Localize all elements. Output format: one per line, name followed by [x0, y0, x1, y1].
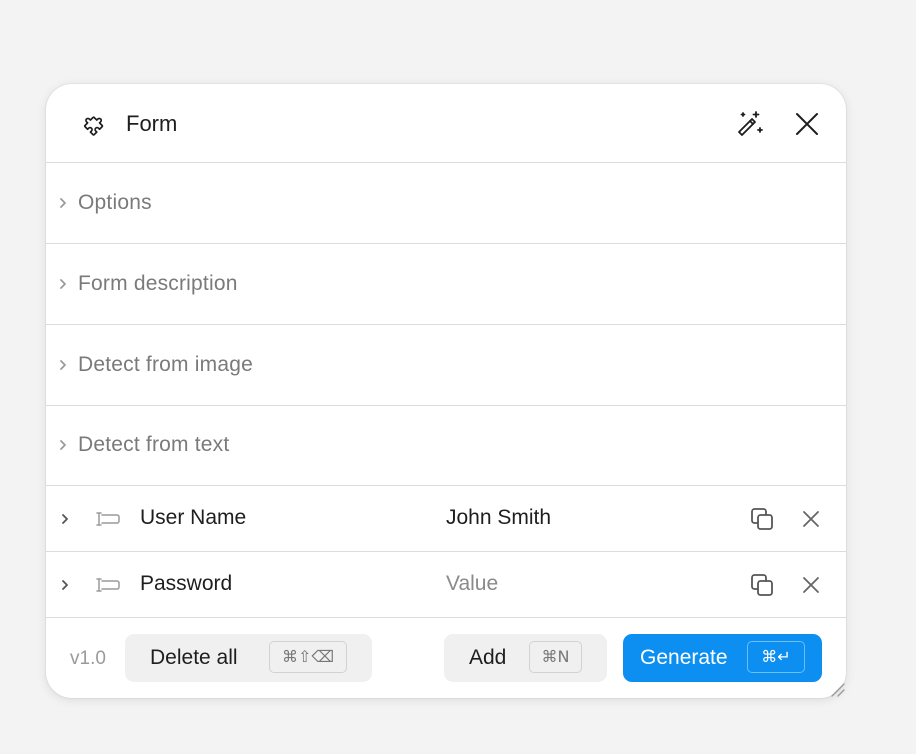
section-label: Detect from image — [78, 353, 253, 376]
section-label: Detect from text — [78, 433, 230, 456]
text-field-icon — [96, 512, 120, 526]
version-label: v1.0 — [70, 648, 106, 669]
section-form-description[interactable]: Form description — [46, 244, 846, 325]
chevron-right-icon — [60, 440, 66, 450]
panel-header: Form — [46, 84, 846, 163]
field-row-password: Password — [46, 552, 846, 618]
copy-icon[interactable] — [749, 506, 775, 532]
section-detect-from-text[interactable]: Detect from text — [46, 405, 846, 486]
chevron-right-icon[interactable] — [58, 577, 72, 593]
chevron-right-icon — [60, 198, 66, 208]
delete-all-button[interactable]: Delete all ⌘⇧⌫ — [125, 634, 372, 682]
field-row-user-name: User Name — [46, 486, 846, 552]
section-options[interactable]: Options — [46, 163, 846, 244]
close-icon[interactable] — [794, 111, 820, 137]
button-label: Add — [469, 646, 507, 669]
field-name: User Name — [140, 506, 247, 529]
button-label: Generate — [640, 646, 728, 669]
chevron-right-icon[interactable] — [58, 511, 72, 527]
close-icon[interactable] — [800, 508, 822, 530]
puzzle-icon — [84, 116, 104, 136]
generate-button[interactable]: Generate ⌘↵ — [623, 634, 822, 682]
chevron-right-icon — [60, 279, 66, 289]
magic-wand-icon[interactable] — [734, 109, 764, 139]
panel-title: Form — [126, 111, 178, 136]
panel-footer: v1.0 Delete all ⌘⇧⌫ Add ⌘N Generate ⌘↵ — [46, 617, 846, 698]
field-value-input[interactable] — [446, 572, 726, 596]
button-label: Delete all — [150, 646, 238, 669]
chevron-right-icon — [60, 360, 66, 370]
form-panel: Form Options Form description Detect fro… — [46, 84, 846, 698]
section-detect-from-image[interactable]: Detect from image — [46, 325, 846, 406]
shortcut-badge: ⌘↵ — [747, 641, 805, 673]
section-label: Form description — [78, 272, 238, 295]
field-name: Password — [140, 572, 233, 595]
shortcut-badge: ⌘N — [529, 641, 582, 673]
copy-icon[interactable] — [749, 572, 775, 598]
section-label: Options — [78, 191, 152, 214]
add-button[interactable]: Add ⌘N — [444, 634, 607, 682]
field-value-input[interactable] — [446, 506, 726, 530]
close-icon[interactable] — [800, 574, 822, 596]
text-field-icon — [96, 578, 120, 592]
resize-handle-icon[interactable] — [826, 678, 846, 698]
shortcut-badge: ⌘⇧⌫ — [269, 641, 347, 673]
